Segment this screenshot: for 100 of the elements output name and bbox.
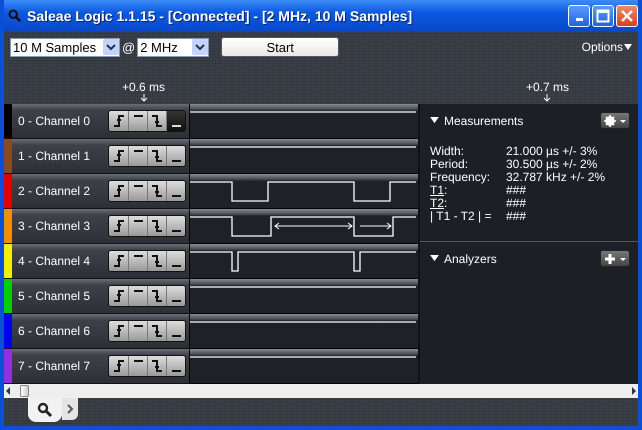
falling-level-icon xyxy=(152,185,162,197)
channel-name: 2 - Channel 2 xyxy=(18,184,90,198)
chevron-right-icon xyxy=(66,403,74,415)
minimize-icon xyxy=(576,18,582,21)
high-trigger-button[interactable] xyxy=(128,181,147,201)
measure-value: ### xyxy=(506,184,526,197)
window-title: Saleae Logic 1.1.15 - [Connected] - [2 MHz, 10 M Samples] xyxy=(27,8,412,24)
search-tab[interactable] xyxy=(28,398,62,422)
low-trigger-button[interactable] xyxy=(166,356,185,376)
falling-level-icon xyxy=(152,115,162,127)
measure-label: Frequency: xyxy=(430,171,490,184)
falling-level-icon xyxy=(152,325,162,337)
high-trigger-button[interactable] xyxy=(128,286,147,306)
falling-trigger-button[interactable] xyxy=(147,216,166,236)
measure-value: 21.000 µs +/- 3% xyxy=(506,145,598,158)
chevron-down-icon xyxy=(192,39,208,55)
high-trigger-button[interactable] xyxy=(128,146,147,166)
falling-trigger-button[interactable] xyxy=(147,251,166,271)
rate-dropdown[interactable]: 2 MHz xyxy=(137,38,210,56)
channel-label-panel[interactable]: 0 - Channel 0 xyxy=(4,104,190,139)
expand-triangle-icon[interactable] xyxy=(430,255,439,262)
maximize-button[interactable] xyxy=(592,5,614,27)
rising-trigger-button[interactable] xyxy=(109,111,128,131)
scroll-left-icon[interactable] xyxy=(4,386,12,396)
rising-trigger-button[interactable] xyxy=(109,286,128,306)
channel-label-panel[interactable]: 1 - Channel 1 xyxy=(4,139,190,174)
falling-level-icon xyxy=(152,150,162,162)
channel-label-panel[interactable]: 7 - Channel 7 xyxy=(4,349,190,384)
high-trigger-button[interactable] xyxy=(128,216,147,236)
scroll-thumb[interactable] xyxy=(20,385,29,397)
time-marker: +0.7 ms xyxy=(526,80,569,94)
falling-trigger-button[interactable] xyxy=(147,356,166,376)
channel-name: 5 - Channel 5 xyxy=(18,289,90,303)
falling-trigger-button[interactable] xyxy=(147,321,166,341)
measure-label: | T1 - T2 | = xyxy=(430,210,492,223)
measure-label: Width: xyxy=(430,145,464,158)
measure-value: 30.500 µs +/- 2% xyxy=(506,158,598,171)
falling-trigger-button[interactable] xyxy=(147,181,166,201)
rising-trigger-button[interactable] xyxy=(109,321,128,341)
tick-arrow-icon xyxy=(543,94,552,102)
channel-label-panel[interactable]: 5 - Channel 5 xyxy=(4,279,190,314)
falling-trigger-button[interactable] xyxy=(147,111,166,131)
add-analyzer-button[interactable] xyxy=(600,250,630,267)
low-trigger-button[interactable] xyxy=(166,286,185,306)
rising-trigger-button[interactable] xyxy=(109,356,128,376)
measure-value: ### xyxy=(506,197,526,210)
low-trigger-button[interactable] xyxy=(166,146,185,166)
falling-level-icon xyxy=(152,220,162,232)
measure-value: 32.787 kHz +/- 2% xyxy=(506,171,606,184)
measure-label: Period: xyxy=(430,158,468,171)
horizontal-scrollbar[interactable] xyxy=(4,384,638,398)
high-trigger-button[interactable] xyxy=(128,251,147,271)
rising-level-icon xyxy=(114,185,124,197)
rising-level-icon xyxy=(114,115,124,127)
section-title: Measurements xyxy=(444,114,524,128)
close-button[interactable] xyxy=(616,5,638,27)
scroll-right-icon[interactable] xyxy=(630,386,638,396)
expand-triangle-icon[interactable] xyxy=(430,117,439,124)
high-trigger-button[interactable] xyxy=(128,321,147,341)
high-trigger-button[interactable] xyxy=(128,356,147,376)
channel-label-panel[interactable]: 6 - Channel 6 xyxy=(4,314,190,349)
rising-trigger-button[interactable] xyxy=(109,216,128,236)
marker-link[interactable]: T2 xyxy=(430,197,444,210)
time-marker: +0.6 ms xyxy=(122,80,166,94)
options-menu[interactable]: Options xyxy=(582,40,632,54)
start-button[interactable]: Start xyxy=(221,37,340,57)
colon-label: : xyxy=(444,184,448,197)
falling-level-icon xyxy=(152,360,162,372)
samples-dropdown[interactable]: 10 M Samples xyxy=(10,38,120,56)
channel-name: 6 - Channel 6 xyxy=(18,324,90,338)
rising-trigger-button[interactable] xyxy=(109,251,128,271)
at-label: @ xyxy=(122,40,136,54)
expand-tab[interactable] xyxy=(62,398,78,420)
settings-button[interactable] xyxy=(600,112,630,129)
low-trigger-button[interactable] xyxy=(166,111,185,131)
rising-trigger-button[interactable] xyxy=(109,181,128,201)
falling-trigger-button[interactable] xyxy=(147,146,166,166)
channel-label-panel[interactable]: 4 - Channel 4 xyxy=(4,244,190,279)
high-trigger-button[interactable] xyxy=(128,111,147,131)
marker-link[interactable]: T1 xyxy=(430,184,444,197)
low-trigger-button[interactable] xyxy=(166,251,185,271)
low-trigger-button[interactable] xyxy=(166,321,185,341)
rising-trigger-button[interactable] xyxy=(109,146,128,166)
minimize-button[interactable] xyxy=(568,5,590,27)
falling-trigger-button[interactable] xyxy=(147,286,166,306)
falling-level-icon xyxy=(152,290,162,302)
channel-label-panel[interactable]: 3 - Channel 3 xyxy=(4,209,190,244)
search-icon xyxy=(37,402,53,418)
rising-level-icon xyxy=(114,290,124,302)
channel-name: 1 - Channel 1 xyxy=(18,149,90,163)
section-title: Analyzers xyxy=(444,252,497,266)
falling-level-icon xyxy=(152,255,162,267)
caret-icon xyxy=(624,44,632,50)
chevron-down-icon xyxy=(103,39,119,55)
low-trigger-button[interactable] xyxy=(166,181,185,201)
colon-label: : xyxy=(444,197,448,210)
channel-name: 0 - Channel 0 xyxy=(18,114,90,128)
channel-label-panel[interactable]: 2 - Channel 2 xyxy=(4,174,190,209)
measure-value: ### xyxy=(506,210,526,223)
low-trigger-button[interactable] xyxy=(166,216,185,236)
